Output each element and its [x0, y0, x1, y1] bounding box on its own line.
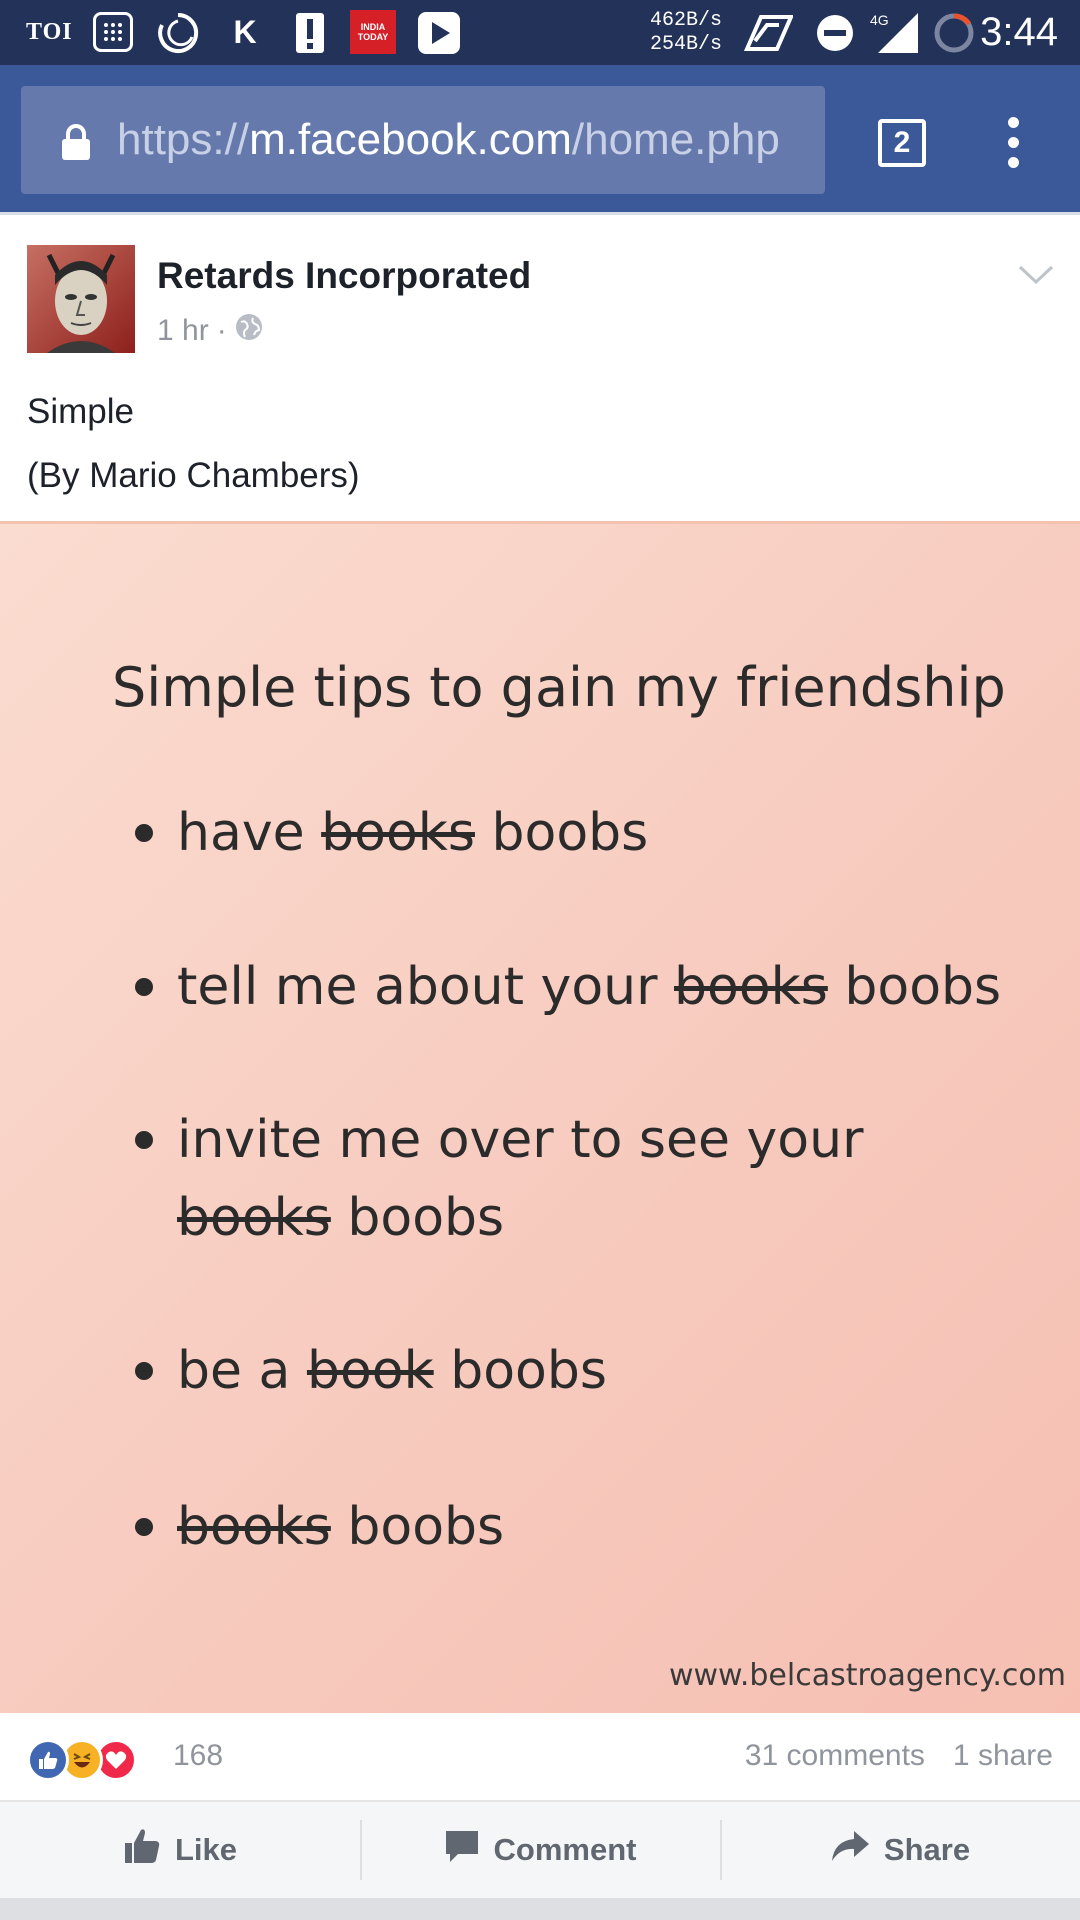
clock: 3:44 — [980, 10, 1058, 54]
post-text-line: (By Mario Chambers) — [27, 456, 360, 495]
signal-4g-icon: 4G — [870, 0, 920, 65]
like-button[interactable]: Like — [0, 1802, 360, 1898]
tip-text: have — [177, 803, 322, 863]
page-avatar[interactable] — [27, 245, 135, 353]
tip-struck-word: books — [674, 957, 828, 1017]
page-name[interactable]: Retards Incorporated — [157, 255, 531, 297]
reaction-count[interactable]: 168 — [173, 1739, 223, 1773]
post-action-bar: Like Comment Share — [0, 1800, 1080, 1898]
meta-separator: · — [216, 314, 227, 347]
share-button[interactable]: Share — [720, 1802, 1080, 1898]
tip-replacement: boobs — [474, 803, 649, 863]
comments-count-link[interactable]: 31 comments — [745, 1739, 925, 1773]
post-text-line: Simple — [27, 392, 134, 431]
post-text: Simple (By Mario Chambers) — [27, 380, 360, 508]
post-meta: 1 hr · — [157, 313, 263, 349]
reactions-row: 168 31 comments 1 share — [0, 1713, 1080, 1803]
url-text: https://m.facebook.com/home.php — [117, 86, 780, 194]
overflow-menu-icon[interactable] — [1008, 117, 1020, 169]
nfc-icon — [732, 0, 794, 65]
tip-text: invite me over to see your — [177, 1110, 864, 1170]
post-options-chevron-icon[interactable] — [1018, 265, 1054, 285]
engagement-stats: 31 comments 1 share — [745, 1739, 1053, 1773]
browser-toolbar: https://m.facebook.com/home.php 2 — [0, 65, 1080, 215]
tip-replacement: boobs — [827, 957, 1002, 1017]
bullet — [135, 1488, 157, 1566]
comment-label: Comment — [493, 1832, 637, 1867]
calculator-notification-icon — [93, 12, 133, 52]
comment-button[interactable]: Comment — [360, 1802, 720, 1898]
post-image[interactable]: Simple tips to gain my friendship have b… — [0, 521, 1080, 1713]
sync-notification-icon — [155, 0, 201, 65]
thumbs-up-icon — [123, 1827, 161, 1873]
post-time[interactable]: 1 hr — [157, 314, 209, 348]
tab-switcher-button[interactable]: 2 — [878, 119, 926, 167]
globe-icon — [235, 313, 263, 349]
play-notification-icon — [416, 0, 462, 65]
network-speed: 462B/s 254B/s — [650, 0, 722, 65]
toi-notification-icon: TOI — [26, 19, 73, 45]
tip-struck-word: books — [177, 1188, 331, 1248]
url-scheme: https:// — [117, 115, 250, 164]
like-reaction-icon — [27, 1739, 69, 1781]
image-watermark: www.belcastroagency.com — [668, 1658, 1066, 1693]
bullet — [135, 794, 157, 872]
upload-speed: 462B/s — [650, 8, 723, 32]
battery-ring-icon — [932, 0, 976, 65]
bullet — [135, 1332, 157, 1410]
india-today-notification-icon: INDIA TODAY — [350, 10, 396, 54]
k-notification-icon: K — [233, 14, 257, 50]
post-header: Retards Incorporated 1 hr · Simple (By M… — [0, 215, 1080, 515]
tip-text: tell me about your — [177, 957, 674, 1017]
share-label: Share — [883, 1832, 971, 1867]
image-title: Simple tips to gain my friendship — [112, 656, 1006, 719]
tip-text: be a — [177, 1341, 307, 1401]
status-bar: TOI K INDIA TODAY 462B/s 254B/s 4G 3:44 — [0, 0, 1080, 65]
feed-separator — [0, 1898, 1080, 1920]
bullet — [135, 948, 157, 1026]
shares-count-link[interactable]: 1 share — [953, 1739, 1053, 1773]
lock-icon — [61, 124, 91, 165]
bullet — [135, 1101, 157, 1179]
tip-replacement: boobs — [330, 1497, 505, 1557]
comment-bubble-icon — [444, 1828, 480, 1872]
tip-replacement: boobs — [330, 1188, 505, 1248]
reaction-icons[interactable] — [27, 1739, 157, 1781]
download-speed: 254B/s — [650, 32, 723, 56]
url-path: /home.php — [571, 115, 780, 164]
like-label: Like — [174, 1832, 238, 1867]
do-not-disturb-icon — [815, 0, 855, 65]
tip-struck-word: book — [306, 1341, 434, 1401]
url-host: m.facebook.com — [249, 115, 572, 164]
tip-struck-word: books — [321, 803, 475, 863]
url-field[interactable]: https://m.facebook.com/home.php — [21, 86, 825, 194]
alert-notification-icon — [293, 0, 327, 65]
share-arrow-icon — [830, 1829, 870, 1871]
tip-struck-word: books — [177, 1497, 331, 1557]
svg-text:4G: 4G — [870, 12, 889, 28]
tip-replacement: boobs — [433, 1341, 607, 1401]
